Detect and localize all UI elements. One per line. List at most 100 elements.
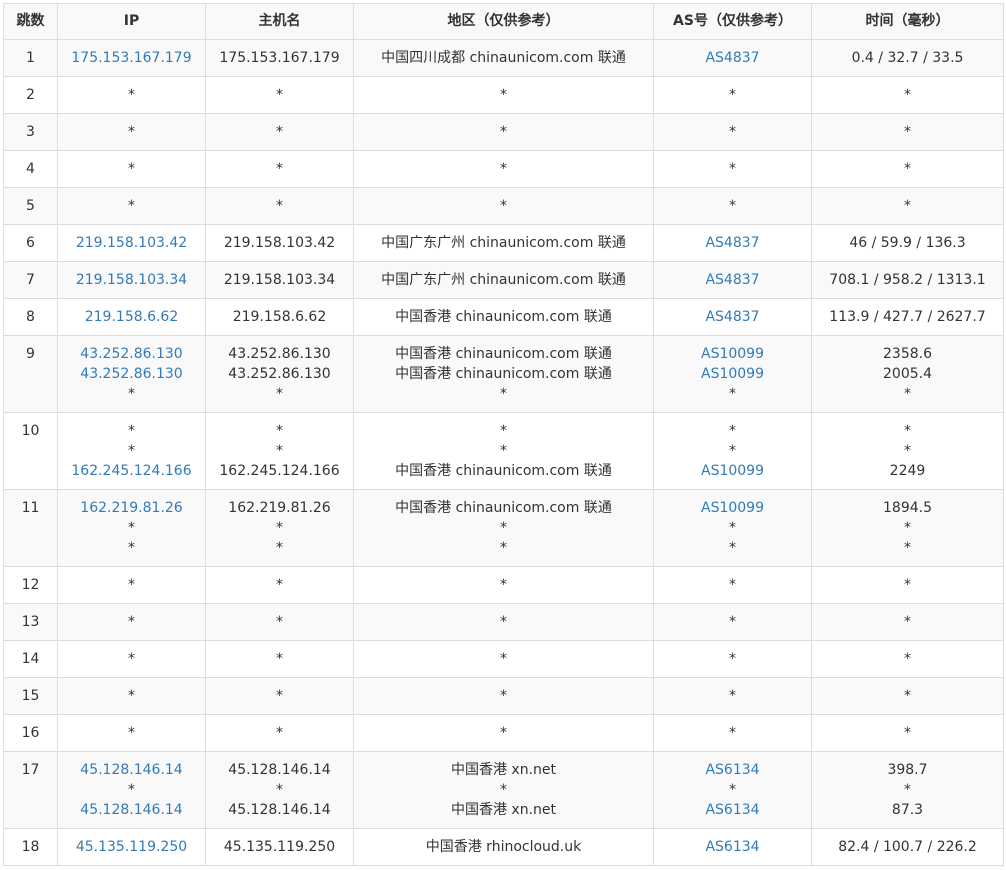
region-value: *: [500, 87, 507, 103]
asn-link[interactable]: AS6134: [654, 837, 811, 857]
hostname-cell: 219.158.103.42: [205, 224, 354, 262]
asn-cell: AS4837: [653, 298, 812, 336]
asn-link[interactable]: AS10099: [654, 364, 811, 384]
region-cell: *: [353, 714, 654, 752]
ip-link[interactable]: 45.128.146.14: [58, 760, 205, 780]
host-value: *: [276, 520, 283, 536]
asn-link[interactable]: AS4837: [654, 307, 811, 327]
hostname-cell: *: [205, 76, 354, 114]
asn-link[interactable]: AS4837: [654, 270, 811, 290]
ip-value: *: [128, 87, 135, 103]
table-row: 9 43.252.86.130 43.252.86.130 * 43.252.86.13…: [3, 335, 1004, 413]
asn-link[interactable]: AS4837: [654, 233, 811, 253]
asn-link[interactable]: AS10099: [654, 498, 811, 518]
time-cell: *: [811, 150, 1004, 188]
ip-link[interactable]: 45.135.119.250: [58, 837, 205, 857]
host-value: 219.158.103.42: [223, 235, 336, 251]
header-region: 地区（仅供参考）: [353, 3, 654, 40]
asn-link[interactable]: AS4837: [654, 48, 811, 68]
asn-link[interactable]: AS6134: [654, 800, 811, 820]
hop-number: 3: [26, 124, 35, 140]
hop-cell: 12: [3, 566, 58, 604]
traceroute-table: 跳数 IP 主机名 地区（仅供参考） AS号（仅供参考） 时间（毫秒） 1 175…: [3, 3, 1004, 866]
header-hop: 跳数: [3, 3, 58, 40]
region-cell: 中国香港 rhinocloud.uk: [353, 828, 654, 866]
asn-cell: *: [653, 187, 812, 225]
time-value: *: [904, 782, 911, 798]
ip-cell: *: [57, 113, 206, 151]
ip-link[interactable]: 45.128.146.14: [58, 800, 205, 820]
host-value: *: [276, 688, 283, 704]
ip-value: *: [128, 782, 135, 798]
ip-value: *: [128, 520, 135, 536]
time-cell: 46 / 59.9 / 136.3: [811, 224, 1004, 262]
time-value: *: [904, 87, 911, 103]
ip-cell: 45.135.119.250: [57, 828, 206, 866]
region-cell: 中国四川成都 chinaunicom.com 联通: [353, 39, 654, 77]
hop-number: 18: [21, 839, 40, 855]
time-value: 87.3: [891, 802, 924, 818]
hop-cell: 1: [3, 39, 58, 77]
hop-cell: 11: [3, 489, 58, 567]
time-value: 398.7: [887, 762, 928, 778]
ip-value: *: [128, 614, 135, 630]
asn-cell: AS4837: [653, 224, 812, 262]
host-value: 219.158.6.62: [232, 309, 327, 325]
hostname-cell: 219.158.6.62: [205, 298, 354, 336]
region-cell: *: [353, 150, 654, 188]
host-value: *: [276, 782, 283, 798]
asn-cell: *: [653, 714, 812, 752]
host-value: *: [276, 198, 283, 214]
hop-cell: 4: [3, 150, 58, 188]
ip-cell: 175.153.167.179: [57, 39, 206, 77]
hop-cell: 10: [3, 412, 58, 490]
time-value: 1894.5: [883, 500, 932, 516]
region-value: *: [500, 688, 507, 704]
table-row: 2 * * * * *: [3, 76, 1004, 114]
time-value: 46 / 59.9 / 136.3: [849, 235, 966, 251]
asn-link[interactable]: AS10099: [654, 344, 811, 364]
ip-link[interactable]: 219.158.6.62: [58, 307, 205, 327]
time-cell: 82.4 / 100.7 / 226.2: [811, 828, 1004, 866]
ip-value: *: [128, 688, 135, 704]
time-value: *: [904, 198, 911, 214]
time-value: *: [904, 614, 911, 630]
hop-number: 1: [26, 50, 35, 66]
table-row: 4 * * * * *: [3, 150, 1004, 188]
region-cell: *: [353, 76, 654, 114]
asn-link[interactable]: AS6134: [654, 760, 811, 780]
ip-link[interactable]: 43.252.86.130: [58, 364, 205, 384]
table-row: 3 * * * * *: [3, 113, 1004, 151]
ip-link[interactable]: 219.158.103.34: [58, 270, 205, 290]
ip-value: *: [128, 423, 135, 439]
ip-link[interactable]: 162.219.81.26: [58, 498, 205, 518]
asn-value: *: [729, 688, 736, 704]
region-cell: * * 中国香港 chinaunicom.com 联通: [353, 412, 654, 490]
ip-value: *: [128, 443, 135, 459]
table-row: 17 45.128.146.14 * 45.128.146.14 45.128.146.…: [3, 751, 1004, 829]
host-value: 45.128.146.14: [228, 802, 331, 818]
region-value: *: [500, 577, 507, 593]
ip-link[interactable]: 162.245.124.166: [58, 461, 205, 481]
time-value: 82.4 / 100.7 / 226.2: [838, 839, 977, 855]
hostname-cell: * * 162.245.124.166: [205, 412, 354, 490]
asn-link[interactable]: AS10099: [654, 461, 811, 481]
table-row: 11 162.219.81.26 * * 162.219.81.26 * * 中国香港 chi…: [3, 489, 1004, 567]
region-cell: *: [353, 113, 654, 151]
region-value: *: [500, 651, 507, 667]
region-cell: *: [353, 187, 654, 225]
asn-value: *: [729, 540, 736, 556]
asn-cell: * * AS10099: [653, 412, 812, 490]
time-cell: 708.1 / 958.2 / 1313.1: [811, 261, 1004, 299]
region-value: 中国香港 rhinocloud.uk: [425, 839, 582, 855]
ip-link[interactable]: 219.158.103.42: [58, 233, 205, 253]
host-value: 175.153.167.179: [219, 50, 340, 66]
table-row: 18 45.135.119.250 45.135.119.250 中国香港 rhino…: [3, 828, 1004, 866]
asn-value: *: [729, 443, 736, 459]
time-value: *: [904, 577, 911, 593]
ip-link[interactable]: 175.153.167.179: [58, 48, 205, 68]
region-value: *: [500, 386, 507, 402]
time-cell: 0.4 / 32.7 / 33.5: [811, 39, 1004, 77]
hop-cell: 3: [3, 113, 58, 151]
ip-link[interactable]: 43.252.86.130: [58, 344, 205, 364]
